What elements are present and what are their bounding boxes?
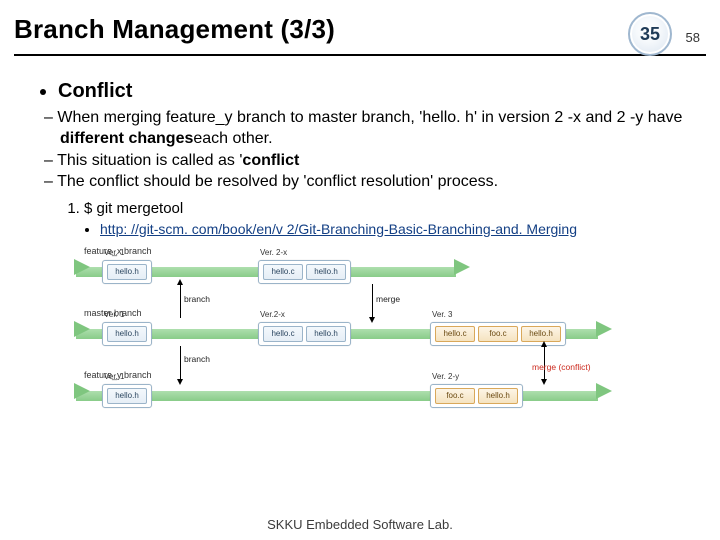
bullet-1-c: each other. [193,130,272,147]
arrow-branch-fy [180,346,181,380]
branch-diagram: feature_x branch hello.h Ver. 1 hello.c … [84,250,594,426]
bullet-2: This situation is called as 'conflict [60,151,696,172]
arrow-branch-fx [180,284,181,318]
file-helloh: hello.h [107,326,147,342]
label-branch-2: branch [184,354,210,365]
bullet-3: The conflict should be resolved by 'conf… [60,172,696,193]
ver-2x-master: Ver.2-x [260,310,285,320]
label-merge: merge [376,294,400,305]
file-helloh: hello.h [107,264,147,280]
reference-link[interactable]: http: //git-scm. com/book/en/v 2/Git-Bra… [100,221,577,237]
file-helloh: hello.h [521,326,561,342]
file-helloc: hello.c [263,326,303,342]
file-helloc: hello.c [263,264,303,280]
ver-3-master: Ver. 3 [432,310,452,320]
bullet-2-a: This situation is called as ' [57,152,242,169]
step-1: $ git mergetool [84,199,696,219]
file-helloc: hello.c [435,326,475,342]
bullet-2-b: conflict [242,152,299,169]
section-heading: Conflict [58,78,696,104]
label-merge-conflict: merge (conflict) [532,362,591,373]
file-fooc: foo.c [435,388,475,404]
link-bullet: http: //git-scm. com/book/en/v 2/Git-Bra… [100,220,696,238]
file-helloh: hello.h [306,264,346,280]
bullet-1: When merging feature_y branch to master … [60,108,696,150]
ver-2y-fy: Ver. 2-y [432,372,459,382]
file-helloh: hello.h [478,388,518,404]
bullet-1-b: different changes [60,130,193,147]
label-branch-1: branch [184,294,210,305]
footer-text: SKKU Embedded Software Lab. [0,517,720,532]
title-rule [14,54,706,56]
file-fooc: foo.c [478,326,518,342]
file-helloh: hello.h [107,388,147,404]
ver-1-fx: Ver. 1 [104,248,124,258]
ver-1-master: Ver. 1 [104,310,124,320]
slide-total-label: 58 [686,30,700,45]
ver-1-fy: Ver. 1 [104,372,124,382]
ver-2x-fx: Ver. 2-x [260,248,287,258]
slide-number-badge: 35 [628,12,672,56]
bullet-1-a: When merging feature_y branch to master … [57,109,682,126]
file-helloh: hello.h [306,326,346,342]
slide-title: Branch Management (3/3) [14,14,706,45]
arrow-merge-fx [372,284,373,318]
